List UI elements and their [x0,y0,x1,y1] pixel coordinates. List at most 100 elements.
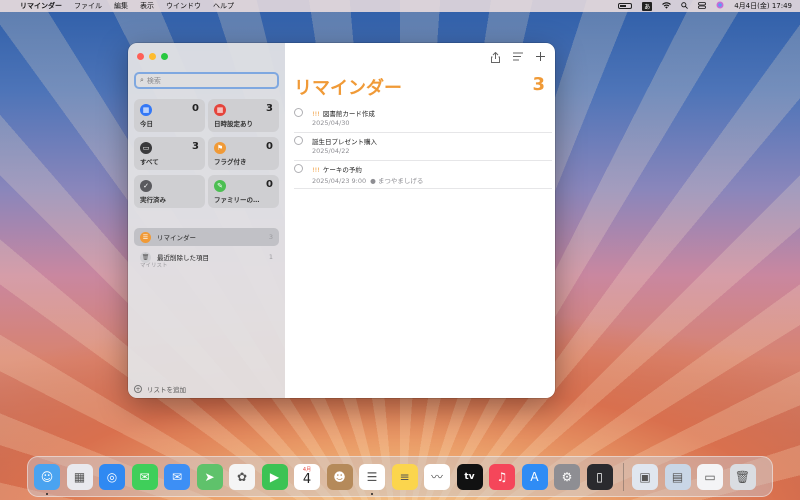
maps-icon[interactable]: ➤ [196,463,223,490]
menu-app-name[interactable]: リマインダー [20,1,62,11]
search-placeholder: 検索 [146,76,161,85]
reminder-date: 2025/04/23 9:00 [312,177,367,185]
system-settings-icon[interactable]: ⚙ [554,463,580,490]
list-bullet-icon: ☰ [140,231,151,243]
smart-list-count: 0 [192,103,199,114]
notes-icon[interactable]: ≡ [391,463,418,490]
dock: ☺ ▦ ◎ ✉ ✉ ➤ ✿ ▶ 4月 4 ☻ ☰ ≡ 〰 tv ♫ Ａ ⚙ ▯ ▣ ▤ ▭ 🗑 [27,456,773,497]
reminder-note: まつやましげる [377,177,424,185]
menu-bar: リマインダー ファイル 編集 表示 ウインドウ ヘルプ あ 4月4日(金) 17… [0,0,800,12]
sidebar-list-recently-deleted[interactable]: 🗑 最近削除した項目 1 [134,248,279,266]
app-store-icon[interactable]: Ａ [521,463,548,490]
sidebar: ⌕ 検索 ▦ 0 今日 ▦ 3 日時設定あり ▭ 3 すべて ⚑ 0 フラグ付き… [128,43,285,398]
reminder-date: 2025/04/30 [312,119,350,127]
reminder-name: 図書館カード作成 [322,110,375,118]
downloads-folder-icon[interactable]: ▤ [664,463,691,490]
menu-edit[interactable]: 編集 [114,1,128,11]
reminder-item[interactable]: !!! ケーキの予約 2025/04/23 9:00 ● まつやましげる [294,161,552,189]
reminder-name: ケーキの予約 [322,166,362,174]
reminder-item[interactable]: !!! 図書館カード作成 2025/04/30 [294,105,552,133]
smart-list-label: ファミリーの… [214,196,260,204]
toolbar [491,51,545,66]
smart-list-family[interactable]: ✎ 0 ファミリーの… [208,175,279,208]
search-field[interactable]: ⌕ 検索 [134,72,279,89]
minimize-button[interactable] [149,53,156,60]
menu-file[interactable]: ファイル [74,1,102,11]
list-count: 1 [268,253,273,261]
add-reminder-icon[interactable] [536,52,545,66]
smart-list-label: すべて [140,158,159,166]
reminders-window: ⌕ 検索 ▦ 0 今日 ▦ 3 日時設定あり ▭ 3 すべて ⚑ 0 フラグ付き… [128,43,555,398]
smart-list-label: 今日 [140,120,153,128]
battery-icon[interactable] [618,3,633,9]
flag-icon: ⚑ [214,142,226,154]
dock-separator [623,462,624,491]
smart-list-flagged[interactable]: ⚑ 0 フラグ付き [208,137,279,170]
running-indicator [46,492,48,495]
messages-icon[interactable]: ✉ [131,463,158,490]
running-indicator [371,492,373,495]
wrench-icon: ✎ [214,180,226,192]
contacts-icon[interactable]: ☻ [326,463,353,490]
input-method-icon[interactable]: あ [642,1,653,11]
smart-list-all[interactable]: ▭ 3 すべて [134,137,205,170]
tray-icon: ▭ [140,142,152,154]
calendar-icon[interactable]: 4月 4 [294,463,320,490]
menu-help[interactable]: ヘルプ [213,1,234,11]
reminder-name: 誕生日プレゼント購入 [312,138,377,146]
reminders-main: リマインダー 3 !!! 図書館カード作成 2025/04/30 誕生日プレゼント… [285,43,555,398]
menu-window[interactable]: ウインドウ [166,1,201,11]
add-list-button[interactable]: + リストを追加 [134,384,186,394]
iphone-mirroring-icon[interactable]: ▯ [586,463,613,490]
apple-tv-icon[interactable]: tv [456,463,483,490]
complete-checkbox[interactable] [294,108,303,117]
facetime-icon[interactable]: ▶ [261,463,288,490]
finder-icon[interactable]: ☺ [34,463,60,495]
share-icon[interactable] [491,51,500,66]
reminder-title[interactable]: !!! ケーキの予約 [312,164,362,174]
music-icon[interactable]: ♫ [489,463,515,490]
plus-circle-icon: + [134,385,142,393]
reminder-item[interactable]: 誕生日プレゼント購入 2025/04/22 [294,133,552,161]
smart-list-today[interactable]: ▦ 0 今日 [134,99,205,132]
mail-icon[interactable]: ✉ [164,463,190,490]
photos-icon[interactable]: ✿ [229,463,255,490]
smart-list-completed[interactable]: ✓ 実行済み [134,175,205,208]
calendar-day: 4 [302,471,312,487]
priority-marker: !!! [312,110,320,118]
list-count: 3 [268,233,273,241]
launchpad-icon[interactable]: ▦ [66,463,93,490]
reminders-icon[interactable]: ☰ [359,463,385,495]
smart-lists-grid: ▦ 0 今日 ▦ 3 日時設定あり ▭ 3 すべて ⚑ 0 フラグ付き ✓ 実行… [134,99,279,208]
zoom-button[interactable] [161,53,168,60]
smart-list-label: フラグ付き [214,158,247,166]
sidebar-list-reminders[interactable]: ☰ リマインダー 3 [134,228,279,246]
reminder-title[interactable]: !!! 図書館カード作成 [312,108,375,118]
smart-list-count: 3 [192,141,199,152]
menu-view[interactable]: 表示 [140,1,154,11]
safari-icon[interactable]: ◎ [99,463,125,490]
view-options-icon[interactable] [513,52,523,66]
smart-list-scheduled[interactable]: ▦ 3 日時設定あり [208,99,279,132]
wifi-icon[interactable] [662,1,672,11]
trash-icon[interactable]: 🗑 [729,463,756,490]
freeform-icon[interactable]: 〰 [424,463,450,490]
smart-list-label: 日時設定あり [214,120,253,128]
add-list-label: リストを追加 [147,386,186,394]
smart-list-count: 0 [266,141,273,152]
complete-checkbox[interactable] [294,164,303,173]
menubar-clock[interactable]: 4月4日(金) 17:49 [734,1,792,11]
spotlight-search-icon[interactable] [681,1,689,11]
reminder-title[interactable]: 誕生日プレゼント購入 [312,136,377,146]
window-controls [137,53,168,60]
person-icon: ● [370,177,376,185]
preview-icon[interactable]: ▣ [632,463,658,490]
complete-checkbox[interactable] [294,136,303,145]
list-label: 最近削除した項目 [157,254,209,262]
smart-list-count: 3 [266,103,273,114]
control-center-icon[interactable] [698,1,707,11]
documents-stack-icon[interactable]: ▭ [697,463,723,490]
scheduled-calendar-icon: ▦ [214,104,226,116]
siri-icon[interactable] [716,1,724,11]
close-button[interactable] [137,53,144,60]
